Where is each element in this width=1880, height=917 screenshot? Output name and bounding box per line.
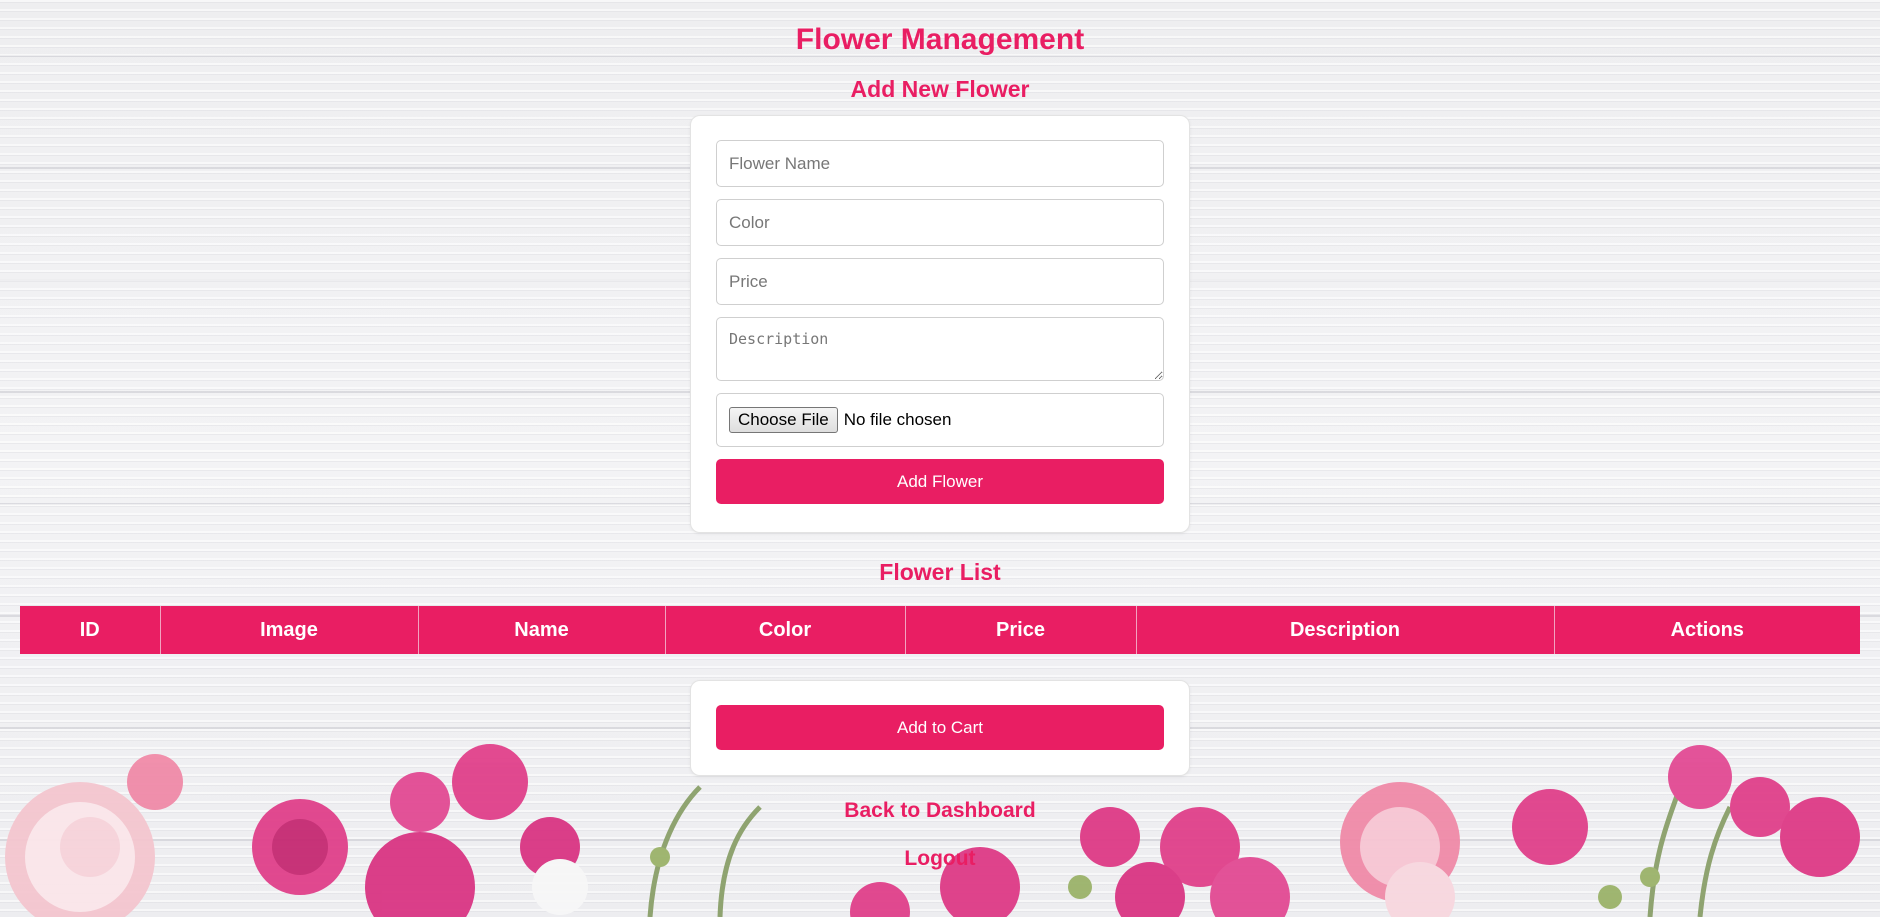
add-flower-button[interactable]: Add Flower — [716, 459, 1164, 504]
column-header-description: Description — [1136, 606, 1555, 654]
cart-panel: Add to Cart — [690, 680, 1190, 776]
flower-table: ID Image Name Color Price Description Ac… — [20, 606, 1860, 654]
choose-file-button[interactable]: Choose File — [729, 407, 838, 433]
add-flower-form: Choose File No file chosen Add Flower — [690, 115, 1190, 533]
flower-list-heading: Flower List — [879, 559, 1001, 585]
column-header-name: Name — [418, 606, 666, 654]
column-header-price: Price — [905, 606, 1137, 654]
column-header-actions: Actions — [1554, 606, 1860, 654]
add-flower-heading: Add New Flower — [850, 76, 1030, 102]
back-to-dashboard-link[interactable]: Back to Dashboard — [844, 798, 1035, 824]
image-file-input: Choose File No file chosen — [716, 393, 1164, 447]
logout-link[interactable]: Logout — [904, 846, 975, 872]
page-title: Flower Management — [795, 23, 1085, 56]
add-to-cart-button[interactable]: Add to Cart — [716, 705, 1164, 750]
flower-name-input[interactable] — [716, 140, 1164, 187]
color-input[interactable] — [716, 199, 1164, 246]
column-header-id: ID — [20, 606, 161, 654]
flower-management-page: Flower Management Add New Flower Choose … — [0, 0, 1880, 917]
file-status-text: No file chosen — [843, 410, 952, 429]
description-textarea[interactable] — [716, 317, 1164, 381]
column-header-image: Image — [160, 606, 419, 654]
price-input[interactable] — [716, 258, 1164, 305]
column-header-color: Color — [665, 606, 906, 654]
table-header-row: ID Image Name Color Price Description Ac… — [20, 606, 1860, 654]
